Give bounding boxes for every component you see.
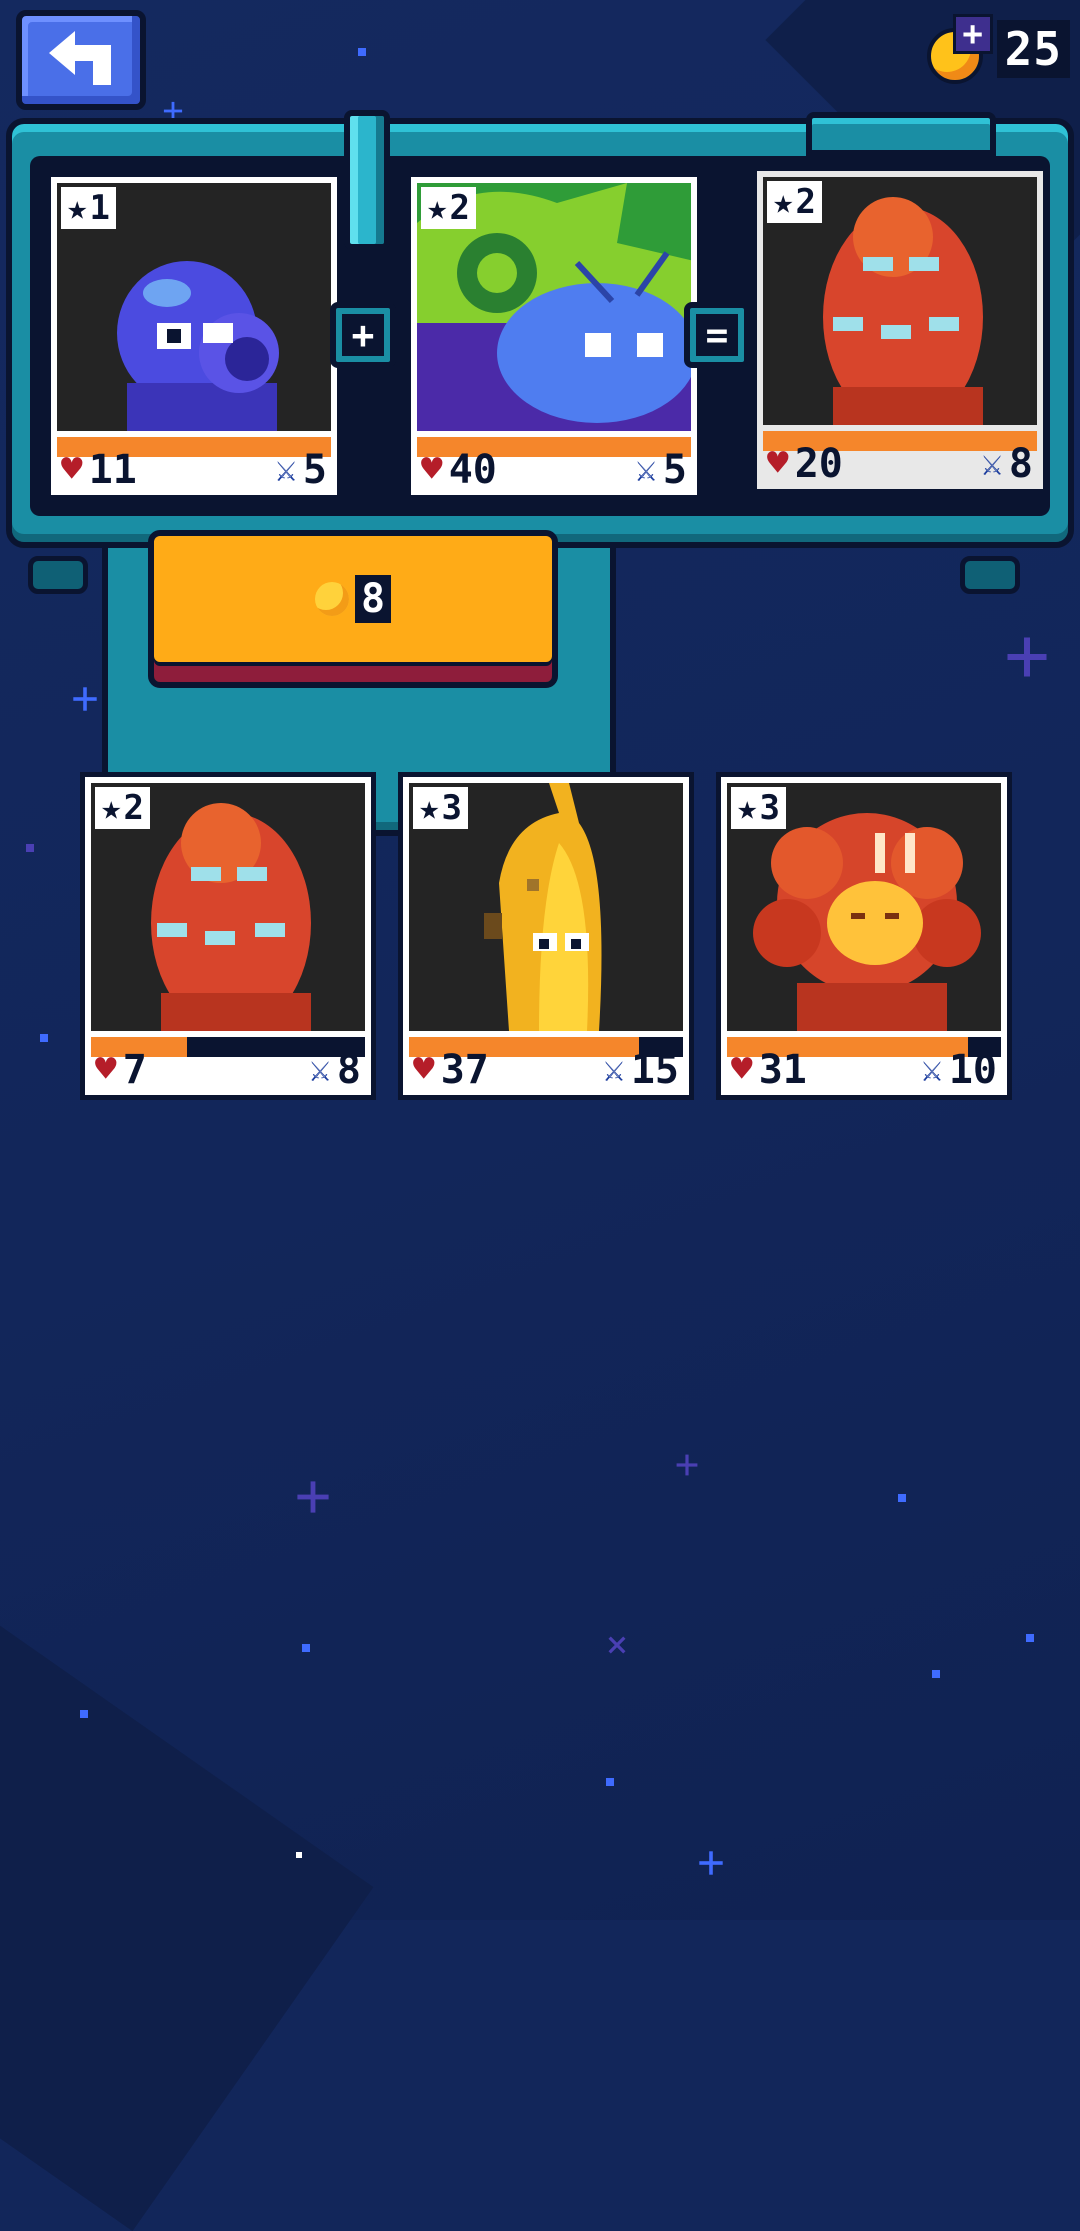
hp-value: 20 [794,441,843,487]
sword-icon: ⚔ [603,1049,625,1090]
star [297,1481,329,1513]
star-rank-badge: ★ 1 [61,187,116,229]
machine-cap [806,112,996,156]
sword-icon: ⚔ [635,449,657,490]
star [358,48,366,56]
merge-button[interactable]: 8 [148,530,558,688]
star [932,1670,940,1678]
attack-value: 8 [336,1047,361,1093]
star [302,1644,310,1652]
star [80,1710,88,1718]
star [606,1778,614,1786]
star [296,1852,302,1858]
inventory-card[interactable]: ★ 3 ♥ 31 ⚔ 10 [716,772,1012,1100]
coin-plus-icon[interactable]: + [923,14,993,84]
attack-value: 8 [1008,441,1033,487]
attack-value: 5 [302,447,327,493]
star-icon: ★ [67,188,88,228]
coin-icon [314,582,349,616]
star-icon: ★ [419,788,440,828]
merge-slot-b-card[interactable]: ★ 2 ♥ 40 ⚔ 5 [406,172,702,500]
star-rank-badge: ★ 3 [731,787,786,829]
hp-value: 7 [122,1047,147,1093]
equals-operator: = [684,302,750,368]
attack-value: 5 [662,447,687,493]
star [699,1851,723,1875]
sword-icon: ⚔ [309,1049,331,1090]
hp-value: 31 [758,1047,807,1093]
star [40,1034,48,1042]
merge-machine: ★ 1 ♥ 11 ⚔ 5 + ★ 2 ♥ 40 ⚔ 5 = ★ 2 ♥ 20 ⚔… [6,110,1074,836]
star-icon: ★ [773,182,794,222]
merge-cost: 8 [354,575,392,623]
star-icon: ★ [101,788,122,828]
star-icon: ★ [427,188,448,228]
machine-foot [960,556,1020,594]
heart-icon: ♥ [61,449,83,490]
star [676,1454,698,1476]
heart-icon: ♥ [413,1049,435,1090]
plus-operator: + [330,302,396,368]
hp-value: 11 [88,447,137,493]
machine-foot [28,556,88,594]
heart-icon: ♥ [421,449,443,490]
star [1007,637,1047,677]
merge-result-card: ★ 2 ♥ 20 ⚔ 8 [752,166,1048,494]
sword-icon: ⚔ [921,1049,943,1090]
heart-icon: ♥ [731,1049,753,1090]
back-arrow-icon [45,27,117,93]
star-rank-badge: ★ 2 [767,181,822,223]
heart-icon: ♥ [95,1049,117,1090]
heart-icon: ♥ [767,443,789,484]
hp-value: 40 [448,447,497,493]
attack-value: 15 [630,1047,679,1093]
sword-icon: ⚔ [981,443,1003,484]
coin-count: 25 [996,20,1070,78]
star-rank-badge: ★ 2 [95,787,150,829]
sword-icon: ⚔ [275,449,297,490]
back-button[interactable] [16,10,146,110]
star [73,687,97,711]
coin-counter[interactable]: + 25 [923,14,1070,84]
star [898,1494,906,1502]
attack-value: 10 [948,1047,997,1093]
star [1026,1634,1034,1642]
star-rank-badge: ★ 3 [413,787,468,829]
inventory-card[interactable]: ★ 2 ♥ 7 ⚔ 8 [80,772,376,1100]
machine-pipe [344,110,390,250]
star-icon: ★ [737,788,758,828]
star [26,844,34,852]
inventory-card[interactable]: ★ 3 ♥ 37 ⚔ 15 [398,772,694,1100]
hp-value: 37 [440,1047,489,1093]
star-rank-badge: ★ 2 [421,187,476,229]
merge-slot-a-card[interactable]: ★ 1 ♥ 11 ⚔ 5 [46,172,342,500]
